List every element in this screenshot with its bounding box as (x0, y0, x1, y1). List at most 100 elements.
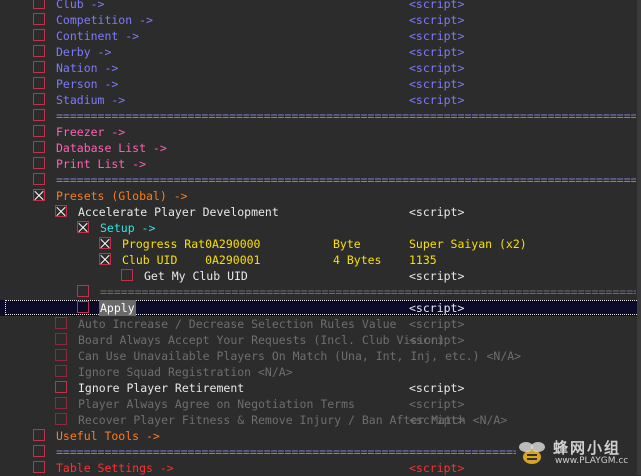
table-row-nation[interactable]: Nation -> <script> (0, 60, 641, 76)
activate-checkbox[interactable] (33, 0, 45, 9)
entry-value: <script> (409, 0, 465, 11)
activate-checkbox[interactable] (33, 45, 45, 57)
entry-label: Apply (99, 300, 136, 316)
activate-checkbox[interactable] (33, 157, 45, 169)
bee-logo-icon (519, 442, 545, 464)
entry-label: Person -> (56, 77, 119, 91)
table-row-recover-player-fitness[interactable]: Recover Player Fitness & Remove Injury /… (0, 412, 641, 428)
activate-checkbox[interactable] (99, 253, 111, 265)
activate-checkbox[interactable] (33, 429, 45, 441)
entry-value: <script> (409, 397, 465, 411)
table-row-ignore-squad-registration[interactable]: Ignore Squad Registration <N/A> (0, 364, 641, 380)
table-row-competition[interactable]: Competition -> <script> (0, 12, 641, 28)
entry-value: <script> (409, 45, 465, 59)
activate-checkbox[interactable] (33, 173, 45, 185)
separator-line: ========================================… (56, 445, 516, 459)
entry-value[interactable]: Super Saiyan (x2) (409, 236, 527, 252)
table-row-continent[interactable]: Continent -> <script> (0, 28, 641, 44)
separator-row[interactable]: ========================================… (0, 108, 641, 124)
activate-checkbox[interactable] (55, 317, 67, 329)
entry-label: Ignore Player Retirement (78, 381, 245, 395)
entry-value: <script> (409, 61, 465, 75)
separator-line: ========================================… (100, 285, 636, 299)
activate-checkbox[interactable] (33, 109, 45, 121)
activate-checkbox[interactable] (77, 221, 89, 233)
watermark-url: www.PLAYGM.cc (555, 456, 629, 466)
entry-type: Byte (333, 237, 361, 251)
entry-value: <script> (409, 381, 465, 395)
watermark: 蜂网小组 www.PLAYGM.cc (515, 437, 635, 471)
entry-value: <script> (409, 269, 465, 283)
entry-value: <script> (409, 461, 465, 475)
entry-label: Accelerate Player Development (78, 205, 279, 219)
table-row-get-my-club-uid[interactable]: Get My Club UID <script> (0, 268, 641, 284)
activate-checkbox[interactable] (33, 189, 45, 201)
activate-checkbox[interactable] (33, 445, 45, 457)
entry-label: Competition -> (56, 13, 153, 27)
entry-label: Get My Club UID (144, 269, 248, 283)
watermark-name: 蜂网小组 (553, 439, 622, 457)
activate-checkbox[interactable] (33, 93, 45, 105)
entry-value: <script> (409, 301, 465, 315)
entry-label: Derby -> (56, 45, 112, 59)
entry-label: Player Always Agree on Negotiation Terms (78, 397, 355, 411)
activate-checkbox[interactable] (77, 285, 89, 297)
activate-checkbox[interactable] (33, 29, 45, 41)
entry-label: Database List -> (56, 141, 167, 155)
vertical-scrollbar[interactable] (637, 0, 641, 475)
entry-label: Useful Tools -> (56, 429, 160, 443)
activate-checkbox[interactable] (33, 61, 45, 73)
activate-checkbox[interactable] (121, 269, 133, 281)
table-row-print-list[interactable]: Print List -> (0, 156, 641, 172)
table-row-derby[interactable]: Derby -> <script> (0, 44, 641, 60)
activate-checkbox[interactable] (99, 237, 111, 249)
entry-label: Stadium -> (56, 93, 126, 107)
activate-checkbox[interactable] (55, 365, 67, 377)
entry-type: 4 Bytes (333, 253, 382, 267)
table-row-setup[interactable]: Setup -> (0, 220, 641, 236)
table-row-club[interactable]: Club -> <script> (0, 0, 641, 12)
table-row-club-uid[interactable]: Club UID 0A290001 4 Bytes 1135 (0, 252, 641, 268)
entry-label: Setup -> (100, 221, 156, 235)
entry-value: <script> (409, 77, 465, 91)
separator-row[interactable]: ========================================… (0, 284, 641, 300)
table-row-ignore-player-retirement[interactable]: Ignore Player Retirement <script> (0, 380, 641, 396)
entry-label: Table Settings -> (56, 461, 174, 475)
entry-value: <script> (409, 205, 465, 219)
table-row-board-always-accept[interactable]: Board Always Accept Your Requests (Incl.… (0, 332, 641, 348)
activate-checkbox[interactable] (33, 13, 45, 25)
entry-value: <script> (409, 13, 465, 27)
table-row-database-list[interactable]: Database List -> (0, 140, 641, 156)
entry-label: Continent -> (56, 29, 140, 43)
activate-checkbox[interactable] (33, 125, 45, 137)
entry-value[interactable]: 1135 (409, 252, 437, 268)
separator-row[interactable]: ========================================… (0, 172, 641, 188)
activate-checkbox[interactable] (55, 397, 67, 409)
entry-label: Club UID 0A290001 (122, 253, 261, 267)
table-row-accelerate-player-development[interactable]: Accelerate Player Development <script> (0, 204, 641, 220)
activate-checkbox[interactable] (55, 205, 67, 217)
entry-label: Progress Rat0A290000 (122, 237, 261, 251)
entry-label: Board Always Accept Your Requests (Incl.… (78, 333, 445, 347)
table-row-presets-global[interactable]: Presets (Global) -> (0, 188, 641, 204)
table-row-auto-increase[interactable]: Auto Increase / Decrease Selection Rules… (0, 316, 641, 332)
table-row-stadium[interactable]: Stadium -> <script> (0, 92, 641, 108)
table-row-player-always-agree[interactable]: Player Always Agree on Negotiation Terms… (0, 396, 641, 412)
entry-label: Nation -> (56, 61, 119, 75)
table-row-use-unavailable-players[interactable]: Can Use Unavailable Players On Match (Un… (0, 348, 641, 364)
entry-value: <script> (409, 413, 465, 427)
table-row-apply[interactable]: Apply <script> (0, 300, 641, 316)
table-row-progress-rate[interactable]: Progress Rat0A290000 Byte Super Saiyan (… (0, 236, 641, 252)
activate-checkbox[interactable] (55, 413, 67, 425)
activate-checkbox[interactable] (77, 301, 89, 313)
entry-label: Print List -> (56, 157, 147, 171)
activate-checkbox[interactable] (55, 381, 67, 393)
activate-checkbox[interactable] (33, 141, 45, 153)
activate-checkbox[interactable] (55, 349, 67, 361)
entry-value: <script> (409, 93, 465, 107)
activate-checkbox[interactable] (33, 77, 45, 89)
table-row-person[interactable]: Person -> <script> (0, 76, 641, 92)
table-row-freezer[interactable]: Freezer -> (0, 124, 641, 140)
activate-checkbox[interactable] (33, 461, 45, 473)
activate-checkbox[interactable] (55, 333, 67, 345)
